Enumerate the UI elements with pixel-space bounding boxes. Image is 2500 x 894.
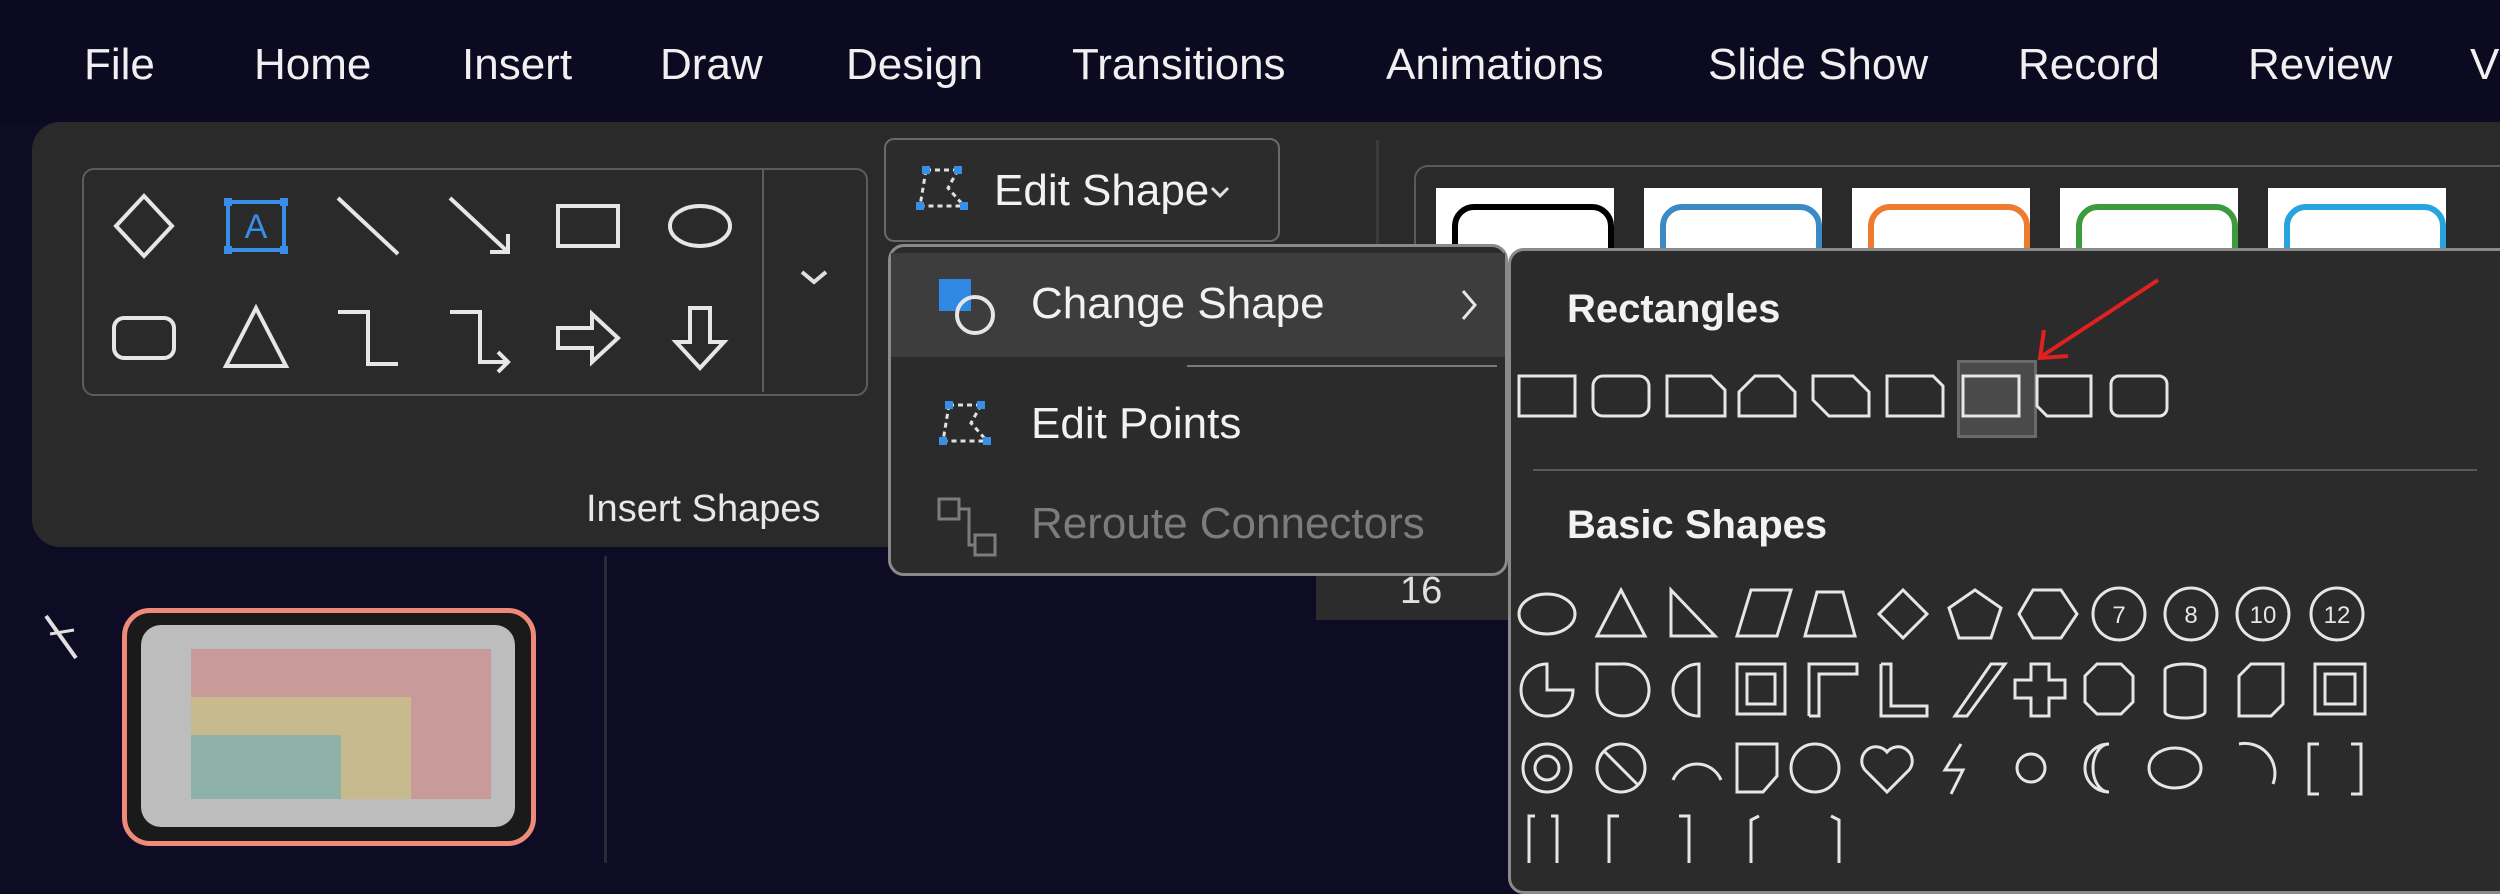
- edit-points-menu-item[interactable]: Edit Points: [891, 373, 1505, 473]
- chevron-down-icon: [800, 270, 828, 285]
- edit-shape-menu: Change Shape Edit Points Reroute Connect…: [888, 244, 1508, 576]
- menu-separator: [1187, 365, 1497, 367]
- change-shape-menu-item[interactable]: Change Shape: [891, 253, 1505, 357]
- arrow-line-icon[interactable]: [440, 186, 520, 266]
- diamond-icon[interactable]: [104, 186, 184, 266]
- rectangles-row[interactable]: [1515, 370, 2175, 426]
- oval-icon[interactable]: [660, 186, 740, 266]
- reroute-connectors-icon: [937, 497, 997, 557]
- slide-thumbnail[interactable]: [122, 608, 536, 846]
- gallery-more-button[interactable]: [762, 168, 864, 392]
- text-box-icon[interactable]: A: [216, 186, 296, 266]
- menu-home[interactable]: Home: [254, 40, 371, 90]
- elbow-connector-icon[interactable]: [328, 298, 408, 378]
- menu-transitions[interactable]: Transitions: [1072, 40, 1286, 90]
- badge-10: 10: [2250, 602, 2277, 629]
- insert-shapes-group-label: Insert Shapes: [586, 488, 821, 530]
- down-arrow-icon[interactable]: [660, 298, 740, 378]
- menu-record[interactable]: Record: [2018, 40, 2160, 90]
- edit-shape-label: Edit Shape: [994, 166, 1210, 215]
- edit-shape-button[interactable]: Edit Shape: [884, 138, 1280, 242]
- menu-view[interactable]: V: [2470, 40, 2499, 90]
- slide-pane-divider: [604, 556, 607, 863]
- rectangles-heading: Rectangles: [1567, 287, 1781, 331]
- ruler-label: 16: [1400, 570, 1443, 612]
- badge-7: 7: [2112, 602, 2125, 629]
- elbow-arrow-connector-icon[interactable]: [440, 298, 520, 378]
- badge-12: 12: [2324, 602, 2351, 629]
- menu-slide-show[interactable]: Slide Show: [1708, 40, 1928, 90]
- line-icon[interactable]: [328, 186, 408, 266]
- hidden-slide-icon: [44, 614, 78, 660]
- basic-shapes-heading: Basic Shapes: [1567, 503, 1828, 547]
- basic-shapes-grid[interactable]: 7 8 10 12: [1515, 580, 2500, 863]
- annotation-arrow-icon: [2037, 278, 2160, 361]
- menu-design[interactable]: Design: [846, 40, 983, 90]
- edit-shape-icon: [916, 166, 968, 210]
- menu-insert[interactable]: Insert: [462, 40, 572, 90]
- edit-points-icon: [939, 401, 991, 445]
- change-shape-label: Change Shape: [1031, 279, 1325, 328]
- badge-8: 8: [2184, 602, 2197, 629]
- preview-region-inner: [191, 735, 341, 799]
- reroute-connectors-label: Reroute Connectors: [1031, 499, 1425, 548]
- chevron-down-icon: [1210, 186, 1230, 199]
- slide-preview: [141, 625, 515, 827]
- flyout-separator: [1533, 469, 2477, 471]
- reroute-connectors-menu-item: Reroute Connectors: [891, 473, 1505, 573]
- rectangle-icon[interactable]: [548, 186, 628, 266]
- menu-draw[interactable]: Draw: [660, 40, 763, 90]
- right-arrow-icon[interactable]: [548, 298, 628, 378]
- menu-bar: File Home Insert Draw Design Transitions…: [0, 0, 2500, 122]
- chevron-right-icon: [1461, 290, 1477, 320]
- menu-animations[interactable]: Animations: [1386, 40, 1604, 90]
- svg-text:A: A: [245, 208, 268, 246]
- triangle-icon[interactable]: [216, 298, 296, 378]
- menu-file[interactable]: File: [84, 40, 155, 90]
- edit-points-label: Edit Points: [1031, 399, 1242, 448]
- change-shape-icon: [939, 279, 995, 335]
- menu-review[interactable]: Review: [2248, 40, 2392, 90]
- rounded-rectangle-icon[interactable]: [104, 298, 184, 378]
